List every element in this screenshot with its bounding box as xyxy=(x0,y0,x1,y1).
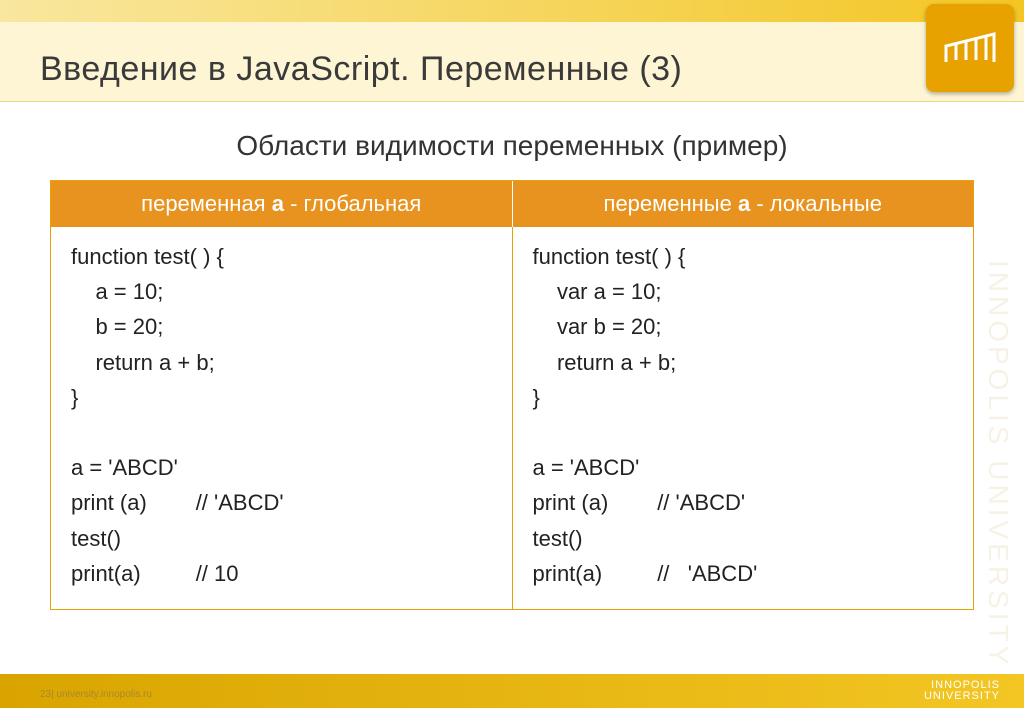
building-icon xyxy=(940,28,1000,68)
slide-title: Введение в JavaScript. Переменные (3) xyxy=(40,50,682,89)
table-header-row: переменная a - глобальная переменные a -… xyxy=(51,181,973,227)
header-text: - глобальная xyxy=(284,191,421,216)
footer-text: 23| university.innopolis.ru xyxy=(40,689,152,700)
header-bold: a xyxy=(738,191,750,216)
slide-subtitle: Области видимости переменных (пример) xyxy=(0,130,1024,162)
bottom-accent-bar xyxy=(0,674,1024,708)
top-accent-band xyxy=(0,0,1024,22)
column-header-local: переменные a - локальные xyxy=(513,181,974,227)
logo-badge xyxy=(926,4,1014,92)
code-cell-global: function test( ) { a = 10; b = 20; retur… xyxy=(51,227,513,609)
table-body-row: function test( ) { a = 10; b = 20; retur… xyxy=(51,227,973,609)
footer-logo: INNOPOLIS UNIVERSITY xyxy=(924,680,1000,702)
header-text: переменные xyxy=(604,191,738,216)
comparison-table: переменная a - глобальная переменные a -… xyxy=(50,180,974,610)
header-bold: a xyxy=(272,191,284,216)
watermark-text: INNOPOLIS UNIVERSITY xyxy=(982,260,1014,668)
header-text: - локальные xyxy=(750,191,882,216)
code-block: function test( ) { a = 10; b = 20; retur… xyxy=(71,239,492,591)
code-block: function test( ) { var a = 10; var b = 2… xyxy=(533,239,954,591)
column-header-global: переменная a - глобальная xyxy=(51,181,513,227)
footer-logo-line: UNIVERSITY xyxy=(924,691,1000,702)
header-text: переменная xyxy=(141,191,272,216)
code-cell-local: function test( ) { var a = 10; var b = 2… xyxy=(513,227,974,609)
